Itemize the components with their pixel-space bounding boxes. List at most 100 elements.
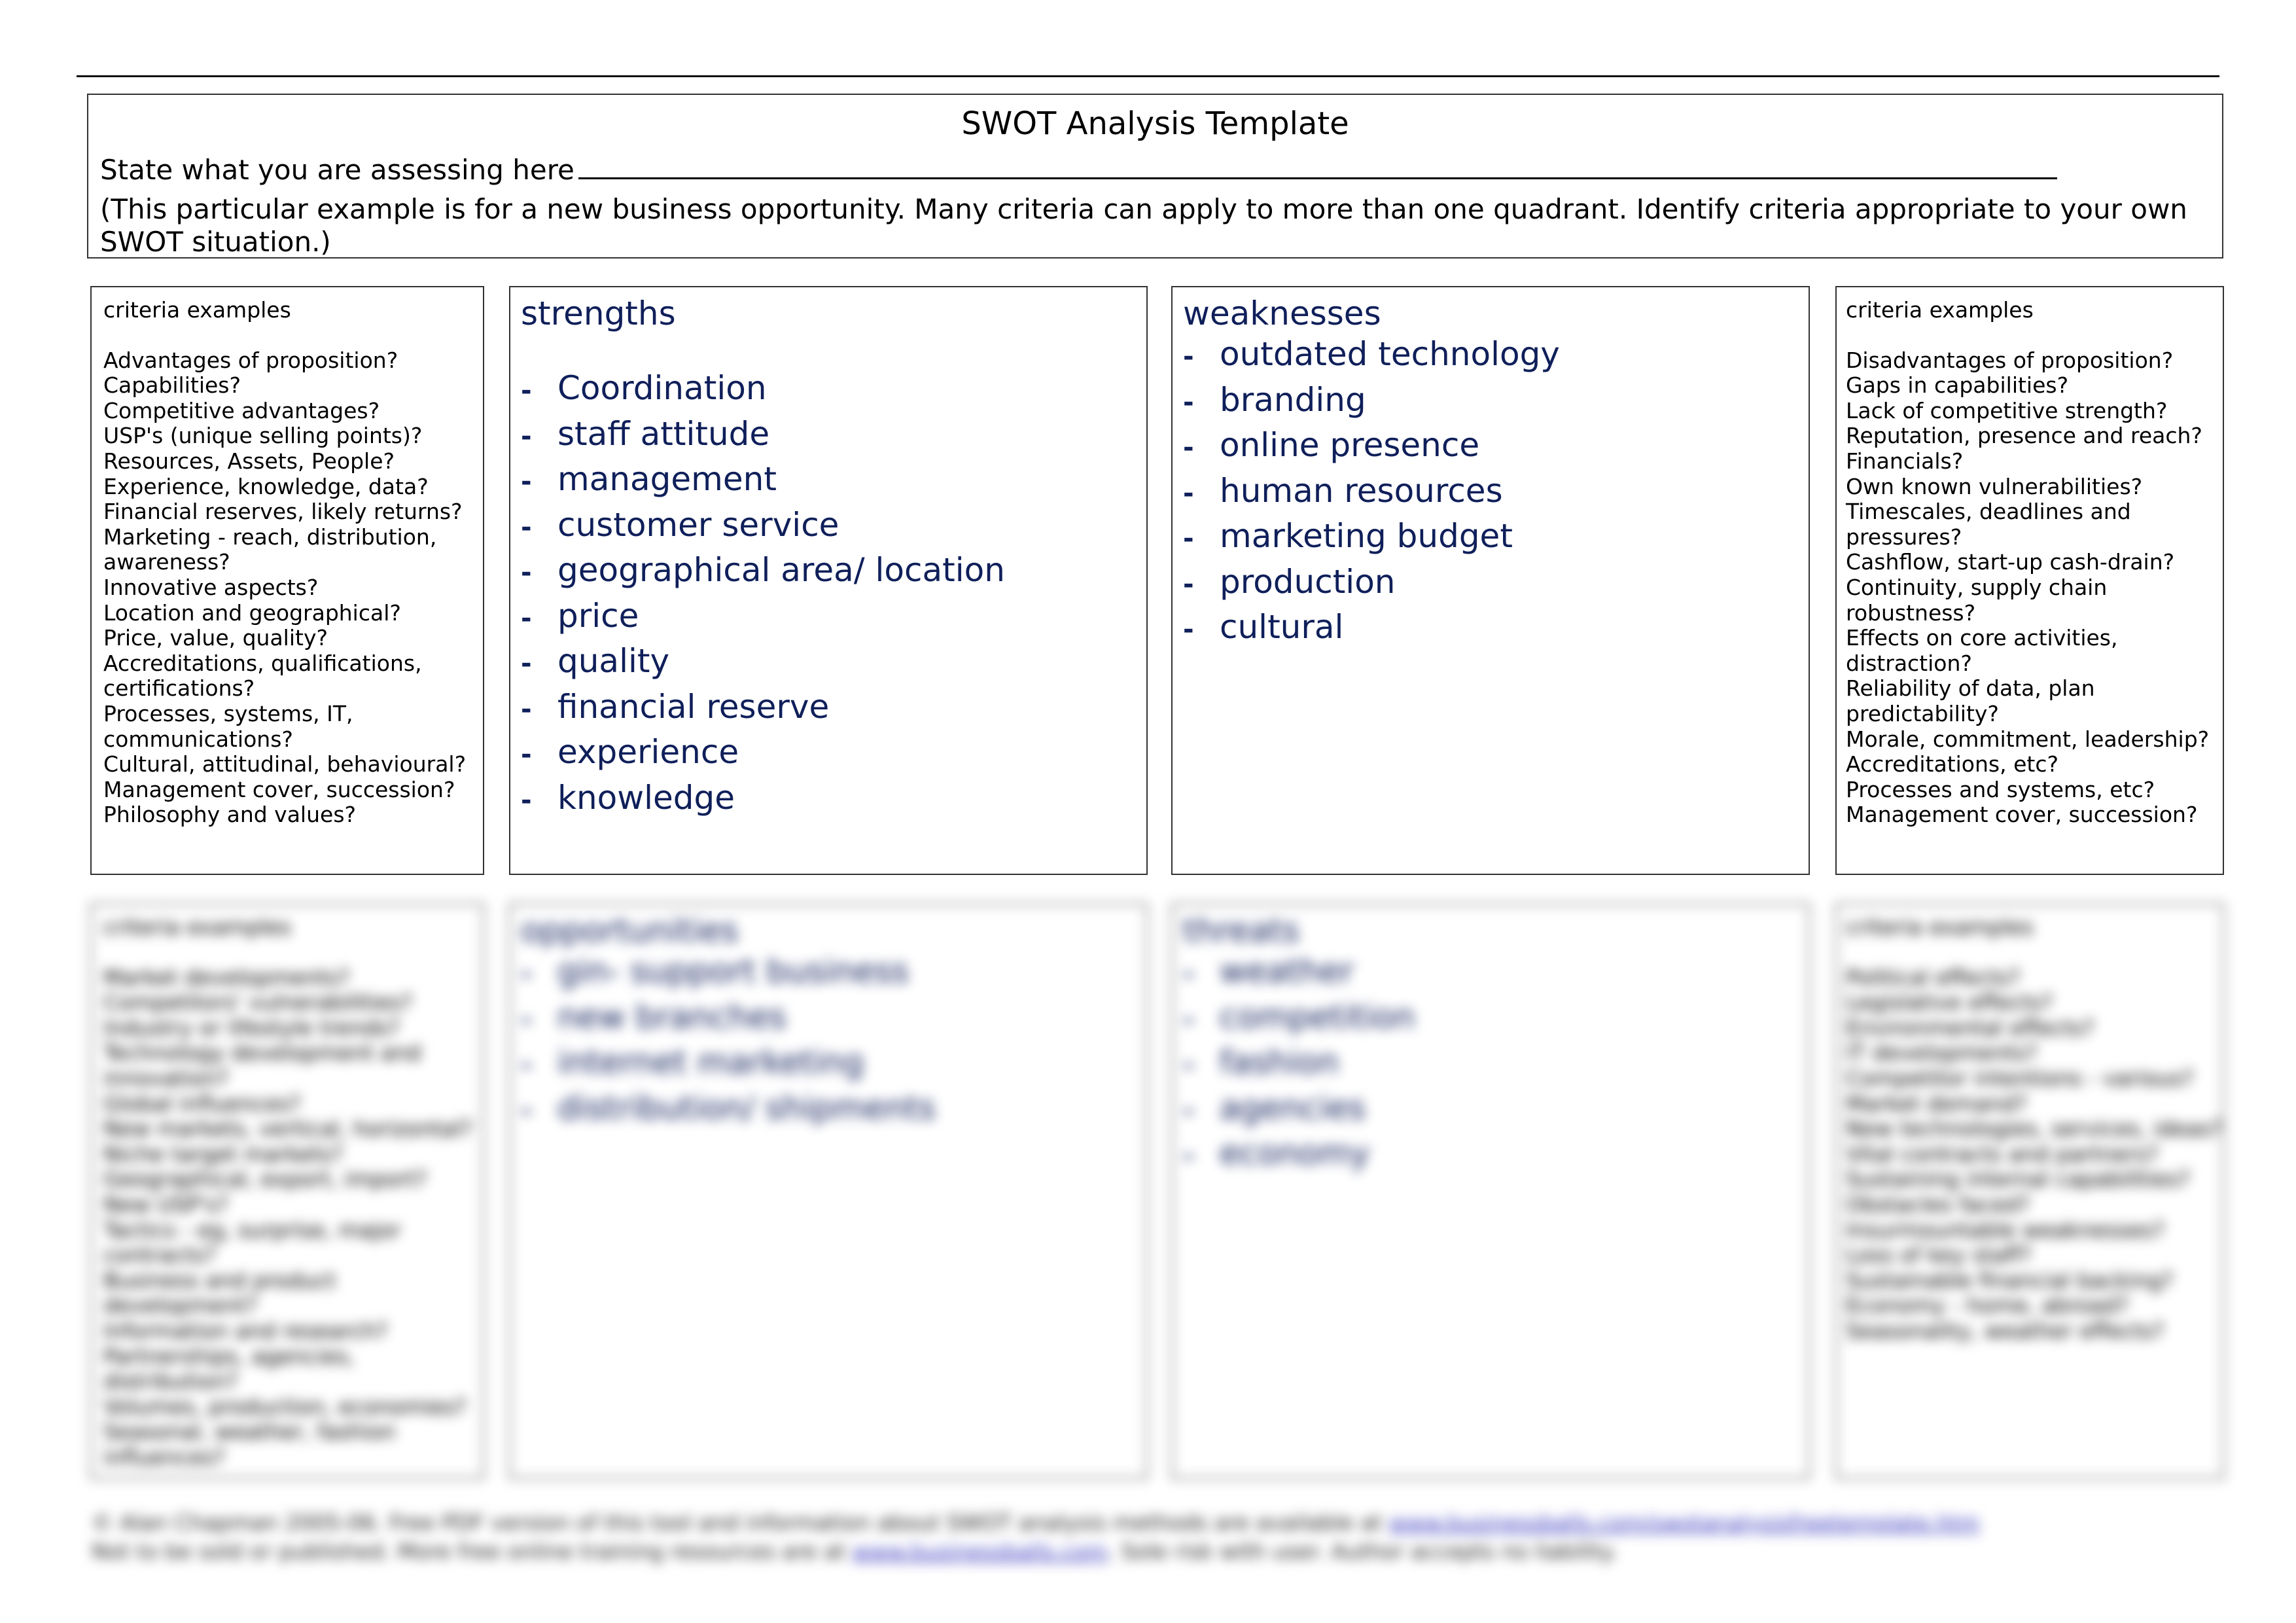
quadrant-item: - human resources <box>1183 469 1809 514</box>
dash-bullet-icon: - <box>1183 342 1194 372</box>
footer-text: Not to be sold or published. More free o… <box>92 1539 846 1564</box>
criteria-item: Marketing - reach, distribution, awarene… <box>103 524 437 575</box>
quadrant-item-text: financial reserve <box>557 687 830 726</box>
quadrant-title: threats <box>1183 912 1299 950</box>
criteria-item: New USP's? <box>103 1191 229 1217</box>
quadrant-item: - online presence <box>1183 423 1809 469</box>
quadrant-item: - price <box>521 594 1146 639</box>
weaknesses-box: weaknesses - outdated technology - branding… <box>1171 286 1810 875</box>
criteria-item: Tactics - eg, surprise, major contracts? <box>103 1217 401 1268</box>
criteria-item: Global influences? <box>103 1090 301 1116</box>
criteria-item: Resources, Assets, People? <box>103 448 395 474</box>
criteria-item: Advantages of proposition? <box>103 347 398 373</box>
criteria-item: Legislative effects? <box>1846 990 2053 1016</box>
quadrant-item-text: price <box>557 596 639 635</box>
criteria-item: Continuity, supply chain robustness? <box>1846 574 2108 626</box>
quadrant-item: - agencies <box>1183 1086 1809 1132</box>
strengths-list: - Coordination - staff attitude - management -… <box>521 366 1146 821</box>
criteria-item: Technology development and innovation? <box>103 1040 421 1091</box>
dash-bullet-icon: - <box>521 467 532 497</box>
quadrant-item: - outdated technology <box>1183 332 1809 378</box>
criteria-item: Financial reserves, likely returns? <box>103 499 463 525</box>
dash-bullet-icon: - <box>1183 478 1194 508</box>
footer: © Alan Chapman 2005-06. Free PDF version… <box>92 1508 1979 1566</box>
criteria-title: criteria examples <box>1846 914 2034 940</box>
quadrant-item-text: quality <box>557 642 670 680</box>
dash-bullet-icon: - <box>1183 1004 1194 1035</box>
dash-bullet-icon: - <box>521 421 532 452</box>
footer-link[interactable]: www.businessballs.com/swotanalysisfreete… <box>1389 1510 1980 1535</box>
criteria-item: Own known vulnerabilities? <box>1846 473 2143 499</box>
quadrant-title: strengths <box>521 294 676 332</box>
dash-bullet-icon: - <box>521 603 532 633</box>
criteria-item: Cashflow, start-up cash-drain? <box>1846 549 2175 575</box>
quadrant-item-text: knowledge <box>557 778 735 817</box>
threats-box: threats - weather - competition - fashion - age… <box>1171 903 1810 1479</box>
quadrant-item-text: fashion <box>1220 1043 1339 1081</box>
assess-blank-field[interactable] <box>578 155 2057 179</box>
criteria-list: Market developments? Competitors' vulnera… <box>103 965 483 1471</box>
criteria-item: Political effects? <box>1846 964 2021 990</box>
criteria-item: Sustainable financial backing? <box>1846 1267 2174 1293</box>
quadrant-title: opportunities <box>521 912 739 950</box>
quadrant-item-text: economy <box>1220 1134 1370 1172</box>
criteria-item: Sustaining internal capabilities? <box>1846 1166 2191 1192</box>
criteria-item: Insurmountable weaknesses? <box>1846 1217 2165 1243</box>
criteria-item: Reliability of data, plan predictability… <box>1846 675 2095 726</box>
criteria-item: Market developments? <box>103 964 350 990</box>
quadrant-item-text: outdated technology <box>1220 335 1560 373</box>
quadrant-item: - marketing budget <box>1183 514 1809 560</box>
criteria-item: Volumes, production, economies? <box>103 1393 467 1419</box>
criteria-item: Capabilities? <box>103 372 241 399</box>
quadrant-item-text: gin- support business <box>557 952 910 990</box>
criteria-item: Environmental effects? <box>1846 1014 2094 1041</box>
criteria-item: Financials? <box>1846 448 1964 474</box>
dash-bullet-icon: - <box>1183 433 1194 463</box>
criteria-item: Accreditations, etc? <box>1846 751 2058 777</box>
criteria-item: Lack of competitive strength? <box>1846 397 2168 423</box>
criteria-item: Vital contracts and partners? <box>1846 1141 2159 1167</box>
opportunities-list: - gin- support business - new branches - inte… <box>521 949 1146 1131</box>
header-box: SWOT Analysis Template State what you ar… <box>87 94 2223 259</box>
footer-text: . Sole risk with user. Author accepts no… <box>1107 1539 1617 1564</box>
criteria-title: criteria examples <box>103 297 291 323</box>
quadrant-item: - economy <box>1183 1131 1809 1177</box>
weaknesses-criteria-box: criteria examples Disadvantages of propo… <box>1835 286 2224 875</box>
dash-bullet-icon: - <box>521 1004 532 1035</box>
quadrant-item: - financial reserve <box>521 685 1146 730</box>
criteria-item: Information and research? <box>103 1317 388 1344</box>
criteria-item: Disadvantages of proposition? <box>1846 347 2174 373</box>
obscured-region: criteria examples Market developments? Co… <box>0 812 2296 1623</box>
top-rule <box>77 75 2219 77</box>
footer-link[interactable]: www.businessballs.com <box>853 1539 1108 1564</box>
quadrant-item-text: geographical area/ location <box>557 551 1005 589</box>
quadrant-item-text: distribution/ shipments <box>557 1088 936 1127</box>
quadrant-item-text: cultural <box>1220 608 1344 646</box>
threats-criteria-box: criteria examples Political effects? Legi… <box>1835 903 2224 1479</box>
criteria-item: Innovative aspects? <box>103 574 319 600</box>
criteria-item: Morale, commitment, leadership? <box>1846 726 2210 752</box>
quadrant-item-text: experience <box>557 733 739 771</box>
quadrant-item-text: human resources <box>1220 471 1503 510</box>
quadrant-item: - quality <box>521 639 1146 685</box>
criteria-list: Disadvantages of proposition? Gaps in cap… <box>1846 348 2223 828</box>
dash-bullet-icon: - <box>521 376 532 406</box>
criteria-item: Geographical, export, import? <box>103 1166 427 1192</box>
quadrant-item-text: customer service <box>557 505 839 544</box>
quadrant-item: - production <box>1183 560 1809 605</box>
dash-bullet-icon: - <box>1183 959 1194 989</box>
criteria-list: Political effects? Legislative effects? En… <box>1846 965 2223 1344</box>
quadrant-item: - geographical area/ location <box>521 548 1146 594</box>
quadrant-item: - fashion <box>1183 1040 1809 1086</box>
criteria-item: Obstacles faced? <box>1846 1191 2030 1217</box>
criteria-item: Experience, knowledge, data? <box>103 473 429 499</box>
dash-bullet-icon: - <box>521 1050 532 1080</box>
threats-list: - weather - competition - fashion - agencies - ec… <box>1183 949 1809 1177</box>
criteria-item: Management cover, succession? <box>103 776 455 802</box>
criteria-item: Location and geographical? <box>103 599 401 626</box>
header-note: (This particular example is for a new bu… <box>100 193 2187 258</box>
criteria-item: New markets, vertical, horizontal? <box>103 1116 472 1142</box>
criteria-item: Effects on core activities, distraction? <box>1846 625 2118 676</box>
quadrant-item-text: Coordination <box>557 369 767 407</box>
weaknesses-list: - outdated technology - branding - online pre… <box>1183 332 1809 651</box>
